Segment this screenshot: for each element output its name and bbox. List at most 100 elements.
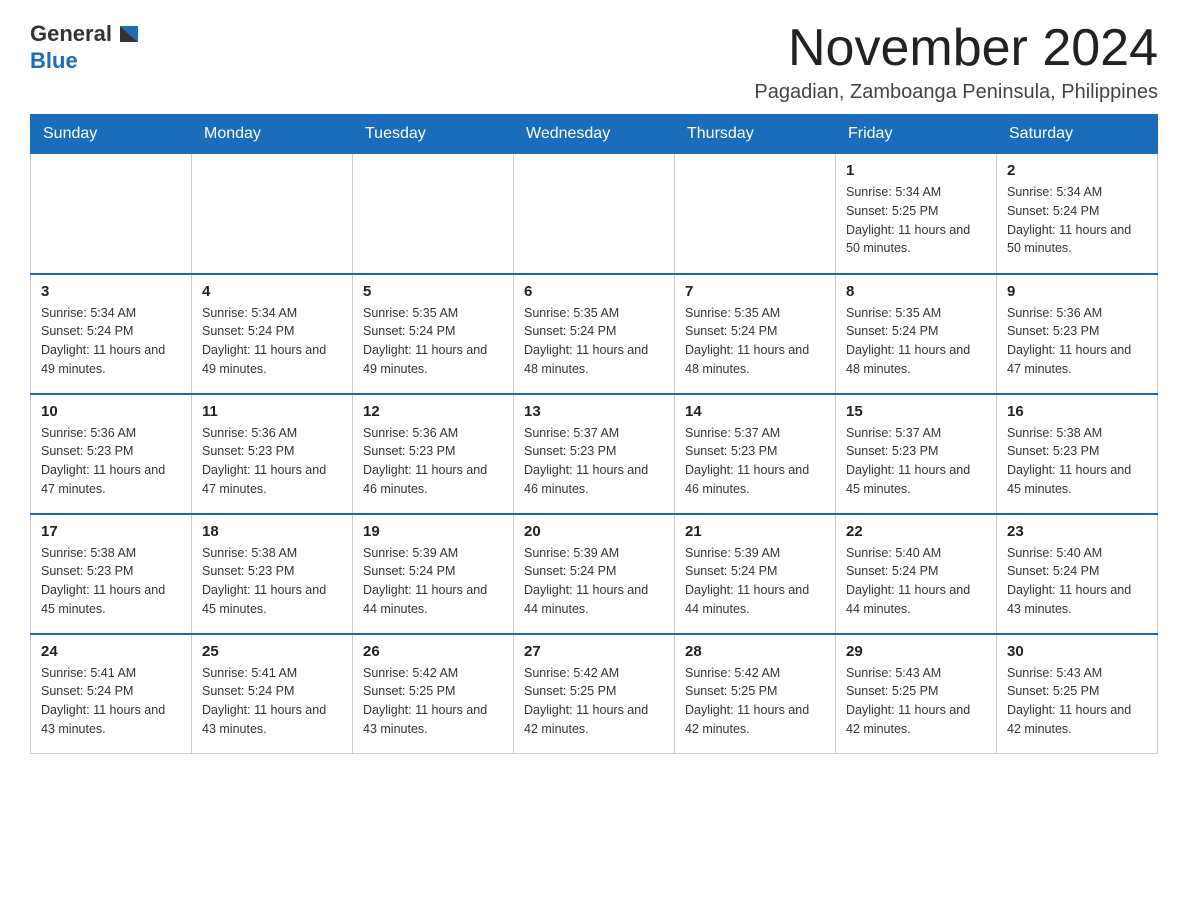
logo: General Blue <box>30 20 142 74</box>
calendar-week-row: 10 Sunrise: 5:36 AM Sunset: 5:23 PM Dayli… <box>31 394 1158 514</box>
day-info: Sunrise: 5:39 AM Sunset: 5:24 PM Dayligh… <box>363 546 487 616</box>
day-number: 4 <box>202 283 342 300</box>
calendar-cell: 23Sunrise: 5:40 AM Sunset: 5:24 PM Dayli… <box>997 514 1158 634</box>
day-info: Sunrise: 5:37 AM Sunset: 5:23 PM Dayligh… <box>524 426 648 496</box>
calendar-cell: 8 Sunrise: 5:35 AM Sunset: 5:24 PM Daylig… <box>836 274 997 394</box>
day-number: 21 <box>685 523 825 540</box>
calendar-cell: 9 Sunrise: 5:36 AM Sunset: 5:23 PM Daylig… <box>997 274 1158 394</box>
day-number: 27 <box>524 643 664 660</box>
day-number: 24 <box>41 643 181 660</box>
day-info: Sunrise: 5:40 AM Sunset: 5:24 PM Dayligh… <box>846 546 970 616</box>
weekday-header-saturday: Saturday <box>997 115 1158 154</box>
day-info: Sunrise: 5:35 AM Sunset: 5:24 PM Dayligh… <box>685 306 809 376</box>
day-number: 25 <box>202 643 342 660</box>
day-number: 22 <box>846 523 986 540</box>
header: General Blue November 2024 Pagadian, Zam… <box>30 20 1158 104</box>
day-info: Sunrise: 5:39 AM Sunset: 5:24 PM Dayligh… <box>685 546 809 616</box>
day-number: 20 <box>524 523 664 540</box>
day-info: Sunrise: 5:35 AM Sunset: 5:24 PM Dayligh… <box>846 306 970 376</box>
calendar-cell: 25Sunrise: 5:41 AM Sunset: 5:24 PM Dayli… <box>192 634 353 754</box>
calendar-cell: 7Sunrise: 5:35 AM Sunset: 5:24 PM Daylig… <box>675 274 836 394</box>
day-number: 13 <box>524 403 664 420</box>
calendar-cell: 5Sunrise: 5:35 AM Sunset: 5:24 PM Daylig… <box>353 274 514 394</box>
day-info: Sunrise: 5:34 AM Sunset: 5:25 PM Dayligh… <box>846 185 970 255</box>
day-number: 8 <box>846 283 986 300</box>
calendar-cell <box>192 154 353 274</box>
day-number: 18 <box>202 523 342 540</box>
day-number: 19 <box>363 523 503 540</box>
title-area: November 2024 Pagadian, Zamboanga Penins… <box>754 20 1158 104</box>
day-info: Sunrise: 5:43 AM Sunset: 5:25 PM Dayligh… <box>1007 666 1131 736</box>
calendar-cell: 11 Sunrise: 5:36 AM Sunset: 5:23 PM Dayli… <box>192 394 353 514</box>
calendar-cell: 17 Sunrise: 5:38 AM Sunset: 5:23 PM Dayli… <box>31 514 192 634</box>
calendar-cell <box>675 154 836 274</box>
calendar-table: SundayMondayTuesdayWednesdayThursdayFrid… <box>30 114 1158 754</box>
calendar-cell: 24 Sunrise: 5:41 AM Sunset: 5:24 PM Dayli… <box>31 634 192 754</box>
weekday-header-monday: Monday <box>192 115 353 154</box>
weekday-header-friday: Friday <box>836 115 997 154</box>
logo-blue-text: Blue <box>30 48 78 74</box>
day-info: Sunrise: 5:37 AM Sunset: 5:23 PM Dayligh… <box>685 426 809 496</box>
day-info: Sunrise: 5:42 AM Sunset: 5:25 PM Dayligh… <box>685 666 809 736</box>
day-info: Sunrise: 5:42 AM Sunset: 5:25 PM Dayligh… <box>524 666 648 736</box>
day-number: 1 <box>846 162 986 179</box>
calendar-week-row: 1 Sunrise: 5:34 AM Sunset: 5:25 PM Daylig… <box>31 154 1158 274</box>
calendar-cell: 18Sunrise: 5:38 AM Sunset: 5:23 PM Dayli… <box>192 514 353 634</box>
calendar-cell: 28 Sunrise: 5:42 AM Sunset: 5:25 PM Dayli… <box>675 634 836 754</box>
day-number: 14 <box>685 403 825 420</box>
day-info: Sunrise: 5:42 AM Sunset: 5:25 PM Dayligh… <box>363 666 487 736</box>
day-number: 11 <box>202 403 342 420</box>
calendar-cell: 1 Sunrise: 5:34 AM Sunset: 5:25 PM Daylig… <box>836 154 997 274</box>
day-info: Sunrise: 5:40 AM Sunset: 5:24 PM Dayligh… <box>1007 546 1131 616</box>
calendar-cell: 22 Sunrise: 5:40 AM Sunset: 5:24 PM Dayli… <box>836 514 997 634</box>
calendar-cell: 19 Sunrise: 5:39 AM Sunset: 5:24 PM Dayli… <box>353 514 514 634</box>
day-info: Sunrise: 5:43 AM Sunset: 5:25 PM Dayligh… <box>846 666 970 736</box>
weekday-header-row: SundayMondayTuesdayWednesdayThursdayFrid… <box>31 115 1158 154</box>
calendar-cell: 26 Sunrise: 5:42 AM Sunset: 5:25 PM Dayli… <box>353 634 514 754</box>
calendar-cell: 16 Sunrise: 5:38 AM Sunset: 5:23 PM Dayli… <box>997 394 1158 514</box>
day-info: Sunrise: 5:36 AM Sunset: 5:23 PM Dayligh… <box>202 426 326 496</box>
day-number: 12 <box>363 403 503 420</box>
day-info: Sunrise: 5:34 AM Sunset: 5:24 PM Dayligh… <box>1007 185 1131 255</box>
day-info: Sunrise: 5:41 AM Sunset: 5:24 PM Dayligh… <box>41 666 165 736</box>
calendar-week-row: 24 Sunrise: 5:41 AM Sunset: 5:24 PM Dayli… <box>31 634 1158 754</box>
day-number: 29 <box>846 643 986 660</box>
calendar-cell: 30 Sunrise: 5:43 AM Sunset: 5:25 PM Dayli… <box>997 634 1158 754</box>
calendar-cell: 20Sunrise: 5:39 AM Sunset: 5:24 PM Dayli… <box>514 514 675 634</box>
day-info: Sunrise: 5:38 AM Sunset: 5:23 PM Dayligh… <box>1007 426 1131 496</box>
calendar-cell: 6 Sunrise: 5:35 AM Sunset: 5:24 PM Daylig… <box>514 274 675 394</box>
location-subtitle: Pagadian, Zamboanga Peninsula, Philippin… <box>754 81 1158 104</box>
calendar-week-row: 3 Sunrise: 5:34 AM Sunset: 5:24 PM Daylig… <box>31 274 1158 394</box>
calendar-cell: 15Sunrise: 5:37 AM Sunset: 5:23 PM Dayli… <box>836 394 997 514</box>
day-number: 5 <box>363 283 503 300</box>
calendar-cell: 27 Sunrise: 5:42 AM Sunset: 5:25 PM Dayli… <box>514 634 675 754</box>
day-number: 16 <box>1007 403 1147 420</box>
calendar-cell: 4 Sunrise: 5:34 AM Sunset: 5:24 PM Daylig… <box>192 274 353 394</box>
calendar-cell: 2Sunrise: 5:34 AM Sunset: 5:24 PM Daylig… <box>997 154 1158 274</box>
day-number: 10 <box>41 403 181 420</box>
calendar-cell: 21 Sunrise: 5:39 AM Sunset: 5:24 PM Dayli… <box>675 514 836 634</box>
calendar-week-row: 17 Sunrise: 5:38 AM Sunset: 5:23 PM Dayli… <box>31 514 1158 634</box>
day-number: 3 <box>41 283 181 300</box>
calendar-cell: 10 Sunrise: 5:36 AM Sunset: 5:23 PM Dayli… <box>31 394 192 514</box>
calendar-cell <box>353 154 514 274</box>
day-info: Sunrise: 5:35 AM Sunset: 5:24 PM Dayligh… <box>524 306 648 376</box>
calendar-cell <box>31 154 192 274</box>
day-number: 17 <box>41 523 181 540</box>
weekday-header-wednesday: Wednesday <box>514 115 675 154</box>
calendar-cell <box>514 154 675 274</box>
day-number: 6 <box>524 283 664 300</box>
day-number: 28 <box>685 643 825 660</box>
day-info: Sunrise: 5:34 AM Sunset: 5:24 PM Dayligh… <box>202 306 326 376</box>
day-number: 30 <box>1007 643 1147 660</box>
day-info: Sunrise: 5:38 AM Sunset: 5:23 PM Dayligh… <box>41 546 165 616</box>
day-info: Sunrise: 5:37 AM Sunset: 5:23 PM Dayligh… <box>846 426 970 496</box>
day-number: 26 <box>363 643 503 660</box>
weekday-header-thursday: Thursday <box>675 115 836 154</box>
day-info: Sunrise: 5:36 AM Sunset: 5:23 PM Dayligh… <box>41 426 165 496</box>
day-info: Sunrise: 5:36 AM Sunset: 5:23 PM Dayligh… <box>1007 306 1131 376</box>
calendar-cell: 29 Sunrise: 5:43 AM Sunset: 5:25 PM Dayli… <box>836 634 997 754</box>
calendar-cell: 13 Sunrise: 5:37 AM Sunset: 5:23 PM Dayli… <box>514 394 675 514</box>
logo-triangle-icon <box>114 20 142 48</box>
day-number: 9 <box>1007 283 1147 300</box>
